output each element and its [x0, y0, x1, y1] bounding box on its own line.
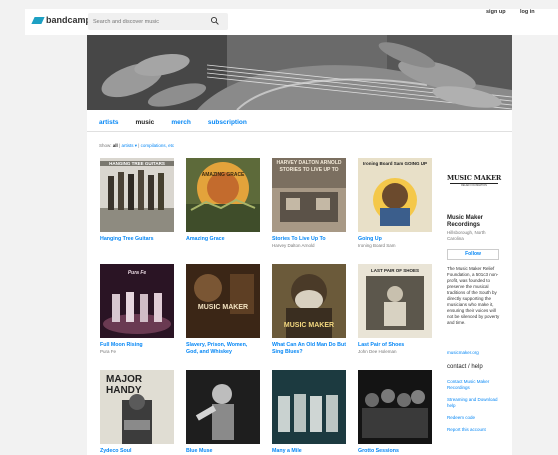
album-artist[interactable]: John Dee Holeman	[358, 349, 432, 355]
contact-link[interactable]: Contact Music Maker Recordings	[447, 379, 503, 391]
album-cover[interactable]: HARVEY DALTON ARNOLD STORIES TO LIVE UP …	[272, 158, 346, 232]
search-box[interactable]	[88, 13, 228, 30]
cover-art	[195, 384, 234, 440]
album-cover[interactable]: LAST PAIR OF SHOES	[358, 264, 432, 338]
album-title[interactable]: Blue Muse	[186, 448, 260, 455]
cover-title: Ironing Board Sam GOING UP	[362, 161, 427, 166]
search-icon[interactable]	[210, 16, 220, 26]
banner-image	[87, 35, 512, 110]
filter-bar: Show: all | artists ▾ | compilations, et…	[99, 143, 175, 148]
tab-music[interactable]: music	[136, 119, 155, 126]
album-tile[interactable]: Many a Mile	[272, 370, 346, 455]
cover-art	[186, 162, 260, 232]
album-tile[interactable]: MAJOR HANDY Zydeco Soul	[100, 370, 174, 455]
label-logo-text: MUSIC MAKER	[446, 174, 502, 182]
album-title[interactable]: Slavery, Prison, Women, God, and Whiskey	[186, 342, 260, 355]
filter-label: Show:	[99, 143, 112, 148]
logo-text: bandcamp	[46, 15, 92, 25]
album-cover[interactable]	[358, 370, 432, 444]
label-nav: artists music merch subscription	[99, 119, 264, 126]
nav-divider	[87, 131, 512, 132]
cover-title: Pura Fe	[127, 270, 147, 276]
log-in-link[interactable]: log in	[520, 9, 535, 15]
album-title[interactable]: What Can An Old Man Do But Sing Blues?	[272, 342, 346, 355]
cover-art	[278, 394, 338, 432]
label-logo-subtext: RELIEF FOUNDATION	[450, 183, 498, 187]
website-link[interactable]: musicmaker.org	[447, 350, 479, 355]
cover-art	[194, 274, 254, 314]
label-name: Music Maker Recordings	[447, 215, 484, 228]
album-tile[interactable]: AMAZING GRACE Amazing Grace	[186, 158, 260, 243]
streaming-help-link[interactable]: Streaming and Download help	[447, 397, 503, 409]
album-title[interactable]: Grotto Sessions	[358, 448, 432, 455]
label-page: artists music merch subscription Show: a…	[87, 35, 512, 455]
album-tile[interactable]: MUSIC MAKER Slavery, Prison, Women, God,…	[186, 264, 260, 355]
redeem-code-link[interactable]: Redeem code	[447, 415, 503, 421]
label-location: Hillsborough, North Carolina	[447, 230, 486, 241]
follow-button[interactable]: Follow	[447, 249, 499, 260]
label-logo[interactable]: MUSIC MAKER RELIEF FOUNDATION	[446, 174, 502, 187]
album-title[interactable]: Amazing Grace	[186, 236, 260, 243]
label-bio: The Music Maker Relief Foundation, a 501…	[447, 266, 500, 325]
cover-title: MUSIC MAKER	[197, 304, 249, 311]
album-cover[interactable]: Ironing Board Sam GOING UP	[358, 158, 432, 232]
bandcamp-logo-icon	[31, 16, 45, 24]
cover-title: LAST PAIR OF SHOES	[371, 268, 419, 273]
album-tile[interactable]: HARVEY DALTON ARNOLD STORIES TO LIVE UP …	[272, 158, 346, 248]
cover-art	[373, 178, 417, 226]
album-cover[interactable]: AMAZING GRACE	[186, 158, 260, 232]
sign-up-link[interactable]: sign up	[486, 9, 506, 15]
top-bar: bandcamp	[25, 9, 558, 35]
album-tile[interactable]: Ironing Board Sam GOING UP Going Up Iron…	[358, 158, 432, 248]
filter-all[interactable]: all	[113, 143, 118, 148]
filter-compilations[interactable]: compilations, etc	[141, 143, 175, 148]
album-tile[interactable]: MUSIC MAKER What Can An Old Man Do But S…	[272, 264, 346, 355]
album-cover[interactable]: MUSIC MAKER	[186, 264, 260, 338]
album-artist[interactable]: Pura Fe	[100, 349, 174, 355]
album-tile[interactable]: Blue Muse	[186, 370, 260, 455]
album-title[interactable]: Hanging Tree Guitars	[100, 236, 174, 243]
contact-heading: contact / help	[447, 364, 483, 370]
bandcamp-logo[interactable]: bandcamp	[31, 15, 92, 25]
album-tile[interactable]: LAST PAIR OF SHOES Last Pair of Shoes Jo…	[358, 264, 432, 354]
filter-artists[interactable]: artists ▾	[121, 143, 137, 148]
cover-title: MAJOR HANDY	[106, 374, 143, 396]
search-input[interactable]	[93, 16, 203, 27]
tab-subscription[interactable]: subscription	[208, 119, 247, 126]
cover-art	[366, 276, 424, 330]
album-title[interactable]: Many a Mile	[272, 448, 346, 455]
report-account-link[interactable]: Report this account	[447, 427, 503, 433]
album-cover[interactable]	[186, 370, 260, 444]
tab-artists[interactable]: artists	[99, 119, 119, 126]
cover-title: AMAZING GRACE	[201, 172, 245, 178]
album-artist[interactable]: Ironing Board Sam	[358, 243, 432, 249]
album-cover[interactable]: Pura Fe	[100, 264, 174, 338]
album-tile[interactable]: Pura Fe Full Moon Rising Pura Fe	[100, 264, 174, 354]
album-cover[interactable]: HANGING TREE GUITARS	[100, 158, 174, 232]
album-artist[interactable]: Harvey Dalton Arnold	[272, 243, 346, 249]
album-cover[interactable]: MAJOR HANDY	[100, 370, 174, 444]
cover-title: MUSIC MAKER	[283, 322, 335, 329]
album-cover[interactable]	[272, 370, 346, 444]
album-tile[interactable]: Grotto Sessions	[358, 370, 432, 455]
album-tile[interactable]: HANGING TREE GUITARS Hanging Tree Guitar…	[100, 158, 174, 243]
album-cover[interactable]: MUSIC MAKER	[272, 264, 346, 338]
album-title[interactable]: Zydeco Soul	[100, 448, 174, 455]
cover-art	[362, 389, 428, 438]
cover-title: HARVEY DALTON ARNOLD STORIES TO LIVE UP …	[276, 160, 342, 173]
tab-merch[interactable]: merch	[171, 119, 191, 126]
cover-art	[100, 170, 174, 232]
